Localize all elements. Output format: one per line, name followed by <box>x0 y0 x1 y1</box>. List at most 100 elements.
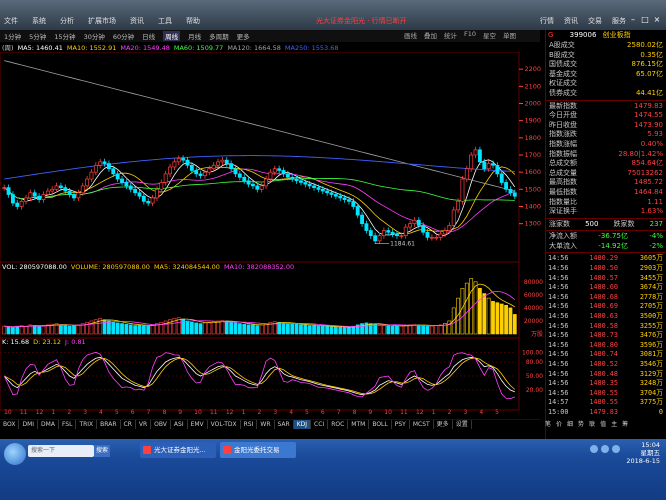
panel-tab[interactable]: 势 <box>578 419 584 429</box>
start-button[interactable] <box>4 443 26 465</box>
taskbar-app[interactable]: 光大证券金阳光... <box>140 442 216 458</box>
period-tab[interactable]: 日线 <box>142 31 155 41</box>
panel-tab[interactable]: 主 <box>611 419 617 429</box>
indicator-tab[interactable]: PSY <box>392 420 410 429</box>
volume-legend: VOL: 280597088.00 VOLUME: 280597088.00 MA5… <box>2 263 298 271</box>
menu-item[interactable]: 帮助 <box>186 16 200 26</box>
indicator-tab[interactable]: FSL <box>59 420 77 429</box>
period-tab[interactable]: 15分钟 <box>54 31 75 41</box>
volume-bar <box>425 325 430 335</box>
candle-body <box>137 192 142 197</box>
indicator-tab[interactable]: OBV <box>151 420 171 429</box>
candle-body <box>477 149 482 163</box>
indicator-tab[interactable]: WR <box>257 420 275 429</box>
period-tab[interactable]: 周线 <box>163 31 181 41</box>
menu-item[interactable]: 资讯 <box>130 16 144 26</box>
taskbar-search-button[interactable]: 搜索 <box>94 445 110 457</box>
quote-row: 指数涨跌 5.93 <box>546 130 666 140</box>
view-tab[interactable]: 统计 <box>444 30 457 40</box>
period-tab[interactable]: 月线 <box>188 31 201 41</box>
panel-tab[interactable]: 值 <box>600 419 606 429</box>
taskbar-search-input[interactable]: 搜索一下 <box>28 445 94 457</box>
panel-tab[interactable]: 联 <box>589 419 595 429</box>
indicator-tab[interactable]: KDJ <box>293 420 312 429</box>
candle-body <box>486 163 491 170</box>
volume-axis-label: 60000 <box>524 292 543 299</box>
indicator-tab[interactable]: EMV <box>188 420 208 429</box>
taskbar-app[interactable]: 金阳光委托交易 <box>220 442 296 458</box>
candle-body <box>155 188 159 199</box>
indicator-tab[interactable]: CR <box>121 420 136 429</box>
candle-body <box>473 149 478 156</box>
panel-tab[interactable]: 细 <box>567 419 573 429</box>
indicator-tab[interactable]: RSI <box>241 420 258 429</box>
indicator-tab[interactable]: SAR <box>275 420 294 429</box>
close-icon[interactable]: × <box>652 15 662 25</box>
x-axis-label: 1 <box>52 409 56 416</box>
volume-bar <box>233 322 238 335</box>
candle-body <box>58 185 63 188</box>
quote-label: 债券成交 <box>549 88 577 97</box>
right-menu-item[interactable]: 服务 <box>612 16 626 26</box>
menu-item[interactable]: 文件 <box>4 16 18 26</box>
indicator-tab[interactable]: ROC <box>328 420 349 429</box>
indicator-tab[interactable]: BRAR <box>97 420 121 429</box>
view-tab[interactable]: 星空 <box>483 30 496 40</box>
indicator-tab[interactable]: VOL-TDX <box>208 420 241 429</box>
view-tab[interactable]: F10 <box>464 30 476 40</box>
tray-icon[interactable] <box>590 445 598 453</box>
panel-tab[interactable]: 价 <box>556 419 562 429</box>
view-tab[interactable]: 叠加 <box>424 30 437 40</box>
panel-tab[interactable]: 筹 <box>622 419 628 429</box>
tick-row: 14:56 1480.55 3704万 <box>548 388 663 397</box>
candle-body <box>28 192 33 199</box>
maximize-icon[interactable]: □ <box>640 15 650 25</box>
indicator-tab[interactable]: CCI <box>311 420 329 429</box>
indicator-tab[interactable]: VR <box>136 420 152 429</box>
indicator-tab[interactable]: 设置 <box>453 420 472 429</box>
period-tab[interactable]: 60分钟 <box>113 31 134 41</box>
volume-axis-label: 20000 <box>524 318 543 325</box>
view-tab[interactable]: 单图 <box>503 30 516 40</box>
menu-item[interactable]: 分析 <box>60 16 74 26</box>
volume-bar <box>316 325 321 335</box>
volume-bar <box>285 323 290 335</box>
indicator-tab[interactable]: 更多 <box>434 420 453 429</box>
indicator-tab[interactable]: MCST <box>410 420 434 429</box>
indicator-tab[interactable]: ASI <box>171 420 188 429</box>
indicator-tab[interactable]: MTM <box>348 420 370 429</box>
kline-chart[interactable]: 2200 2100 2000 1900 1800 1700 1600 1500 1400 1300… <box>0 52 545 418</box>
panel-tab[interactable]: 笔 <box>545 419 551 429</box>
quote-label: 指数振幅 <box>549 149 577 158</box>
menu-item[interactable]: 扩展市场 <box>88 16 116 26</box>
volume-bar <box>194 322 199 335</box>
volume-bar <box>368 323 373 335</box>
right-menu-item[interactable]: 资讯 <box>564 16 578 26</box>
period-tab[interactable]: 5分钟 <box>29 31 46 41</box>
right-menu-item[interactable]: 交易 <box>588 16 602 26</box>
volume-bar <box>15 325 20 335</box>
x-axis-label: 7 <box>337 409 341 416</box>
period-tab[interactable]: 多周期 <box>209 31 229 41</box>
candle-body <box>451 209 456 226</box>
indicator-tab[interactable]: BOX <box>0 420 20 429</box>
minimize-icon[interactable]: – <box>628 15 638 25</box>
candle-body <box>408 223 413 228</box>
candle-body <box>115 173 120 180</box>
indicator-tab[interactable]: DMA <box>38 420 59 429</box>
tray-icon[interactable] <box>612 445 620 453</box>
indicator-tab[interactable]: TRIX <box>76 420 98 429</box>
tray-icon[interactable] <box>601 445 609 453</box>
indicator-tab[interactable]: BOLL <box>369 420 392 429</box>
period-tab[interactable]: 1分钟 <box>4 31 21 41</box>
indicator-tab[interactable]: DMI <box>19 420 39 429</box>
period-tab[interactable]: 更多 <box>237 31 250 41</box>
view-tab[interactable]: 画线 <box>404 30 417 40</box>
x-axis-label: 3 <box>83 409 87 416</box>
menu-item[interactable]: 系统 <box>32 16 46 26</box>
right-menu-item[interactable]: 行情 <box>540 16 554 26</box>
period-tab[interactable]: 30分钟 <box>84 31 105 41</box>
volume-bar <box>41 325 46 335</box>
candle-body <box>159 182 164 190</box>
menu-item[interactable]: 工具 <box>158 16 172 26</box>
